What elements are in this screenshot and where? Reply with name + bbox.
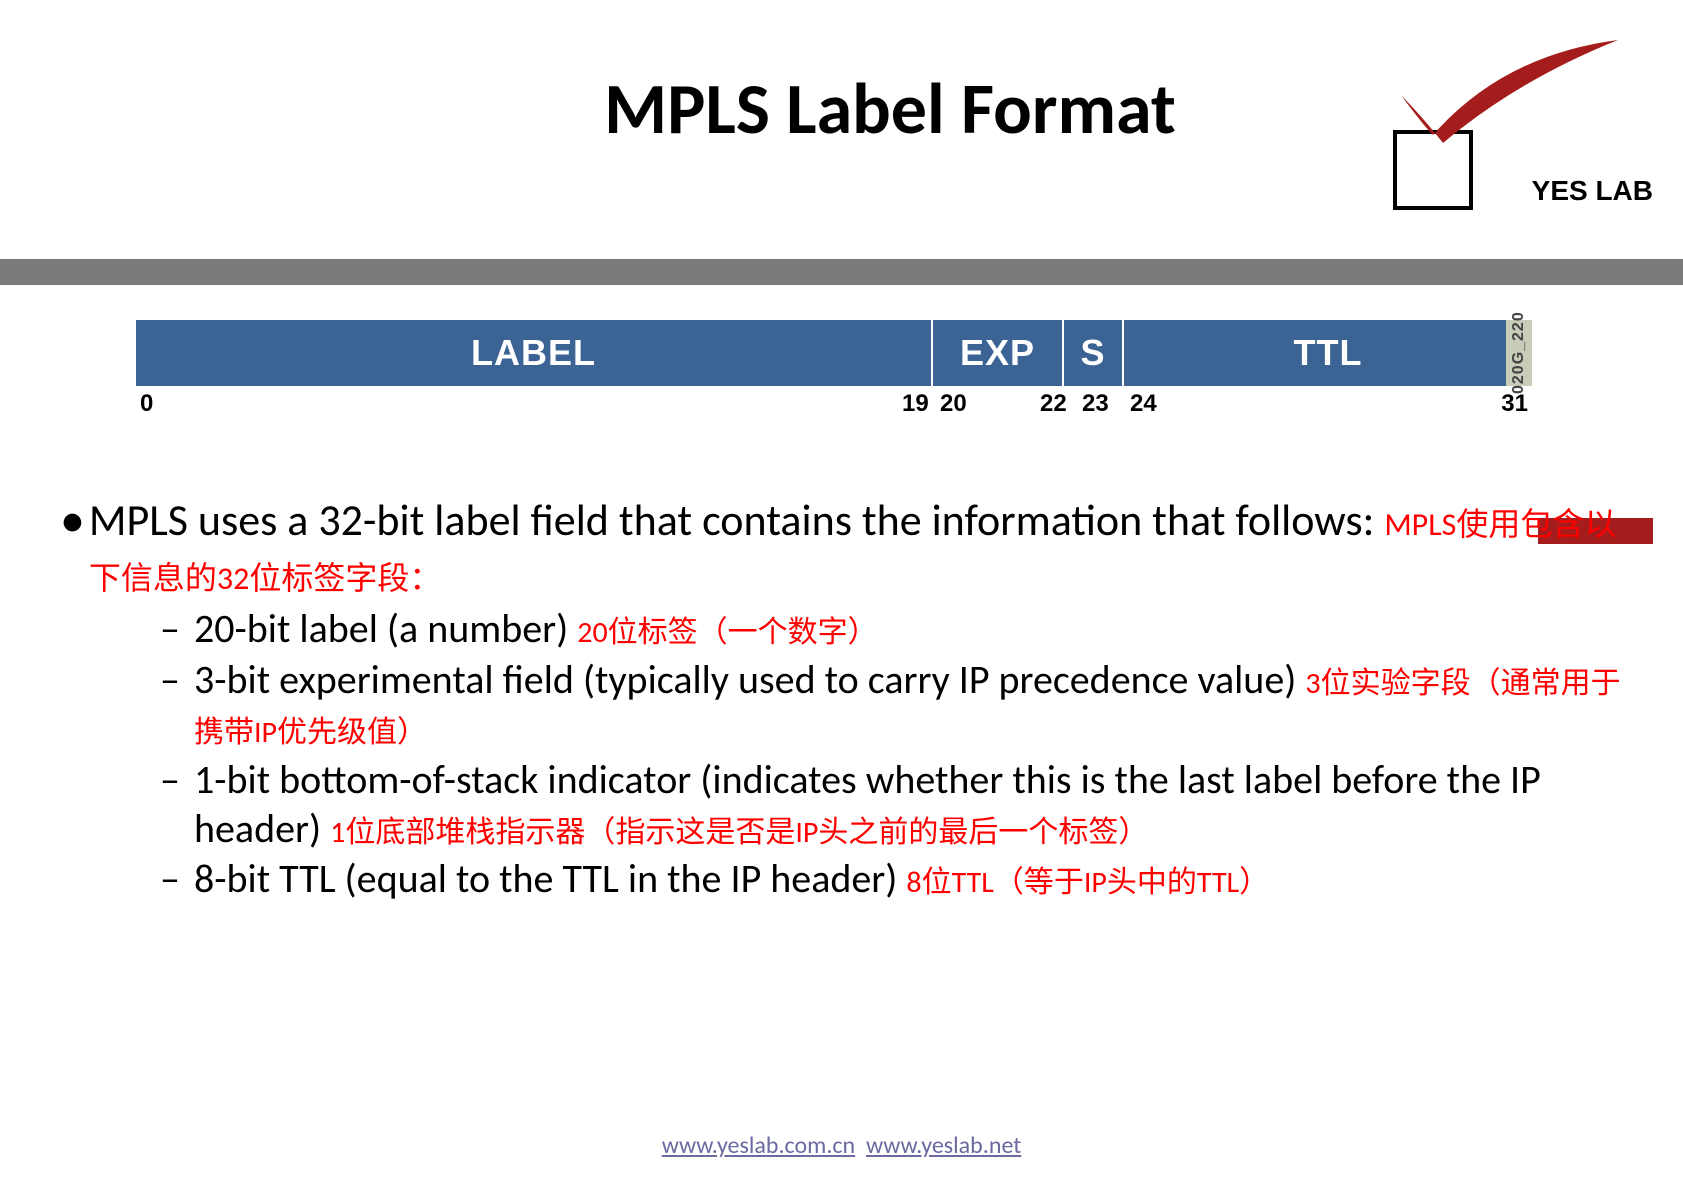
mpls-label-diagram: LABEL EXP S TTL 020G_220 0 19 20 22 23 2…: [136, 320, 1532, 416]
bit-22: 22: [1040, 390, 1067, 418]
diagram-image-id: 020G_220: [1506, 320, 1532, 386]
item-en: 8-bit TTL (equal to the TTL in the IP he…: [194, 854, 906, 903]
list-item: – 20-bit label (a number) 20位标签（一个数字）: [160, 605, 1623, 654]
field-s: S: [1064, 320, 1124, 386]
item-zh: 8位TTL（等于IP头中的TTL）: [906, 864, 1269, 901]
bit-23: 23: [1082, 390, 1109, 418]
field-label: LABEL: [136, 320, 933, 386]
list-item: – 3-bit experimental field (typically us…: [160, 656, 1623, 754]
checkmark-icon: [1383, 35, 1623, 145]
footer-link-1[interactable]: www.yeslab.com.cn: [662, 1131, 855, 1160]
item-en: 3-bit experimental field (typically used…: [194, 655, 1305, 704]
item-en: 20-bit label (a number): [194, 604, 577, 653]
list-item: – 8-bit TTL (equal to the TTL in the IP …: [160, 855, 1623, 904]
footer-link-2[interactable]: www.yeslab.net: [866, 1131, 1021, 1160]
bit-positions: 0 19 20 22 23 24 31: [136, 386, 1532, 416]
bit-0: 0: [140, 390, 153, 418]
divider-bar: [0, 259, 1683, 285]
brand-text: YES LAB: [1532, 175, 1653, 207]
item-zh: 1位底部堆栈指示器（指示这是否是IP头之前的最后一个标签）: [330, 814, 1148, 851]
item-zh: 20位标签（一个数字）: [577, 614, 877, 651]
bit-20: 20: [940, 390, 967, 418]
field-ttl: TTL: [1124, 320, 1532, 386]
slide-title: MPLS Label Format: [190, 0, 1590, 183]
list-item: – 1-bit bottom-of-stack indicator (indic…: [160, 756, 1623, 854]
slide-content: • MPLS uses a 32-bit label field that co…: [60, 494, 1623, 906]
bit-31: 31: [1501, 390, 1528, 418]
field-exp: EXP: [933, 320, 1064, 386]
main-bullet: • MPLS uses a 32-bit label field that co…: [60, 494, 1623, 601]
bit-19: 19: [902, 390, 929, 418]
yeslab-logo: YES LAB: [1393, 65, 1653, 215]
footer-links: www.yeslab.com.cn www.yeslab.net: [0, 1131, 1683, 1160]
bit-24: 24: [1130, 390, 1157, 418]
main-text-en: MPLS uses a 32-bit label field that cont…: [89, 493, 1384, 547]
